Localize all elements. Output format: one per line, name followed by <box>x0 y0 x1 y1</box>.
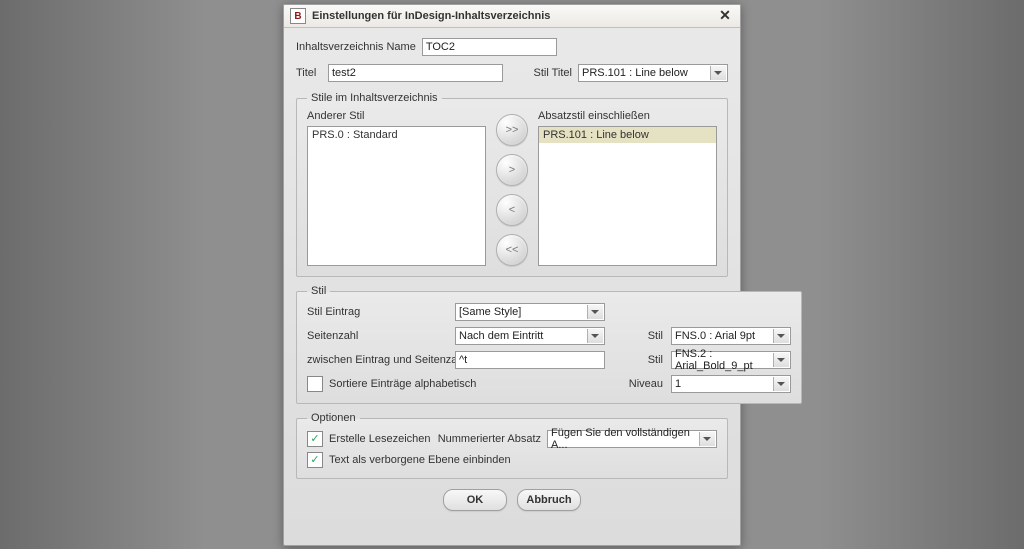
style-title-value: PRS.101 : Line below <box>582 67 688 79</box>
entry-style-value: [Same Style] <box>459 306 521 318</box>
chevron-down-icon <box>777 358 785 362</box>
numbered-value: Fügen Sie den vollständigen A... <box>551 427 698 451</box>
pagenum-style-value: FNS.0 : Arial 9pt <box>675 330 755 342</box>
chevron-down-icon <box>777 334 785 338</box>
dialog-window: B Einstellungen für InDesign-Inhaltsverz… <box>283 4 741 546</box>
add-all-button[interactable]: >> <box>496 114 528 146</box>
styles-legend: Stile im Inhaltsverzeichnis <box>307 92 442 104</box>
entry-style-combo[interactable]: [Same Style] <box>455 303 605 321</box>
chevron-down-icon <box>591 310 599 314</box>
entry-style-label: Stil Eintrag <box>307 306 447 318</box>
between-style-label: Stil <box>613 354 663 366</box>
remove-button[interactable]: < <box>496 194 528 226</box>
add-button[interactable]: > <box>496 154 528 186</box>
between-style-value: FNS.2 : Arial_Bold_9_pt <box>675 348 772 372</box>
sort-alpha-checkbox[interactable] <box>307 376 323 392</box>
ok-button[interactable]: OK <box>443 489 507 511</box>
remove-all-button[interactable]: << <box>496 234 528 266</box>
list-item[interactable]: PRS.101 : Line below <box>539 127 716 143</box>
pagenum-combo[interactable]: Nach dem Eintritt <box>455 327 605 345</box>
numbered-combo[interactable]: Fügen Sie den vollständigen A... <box>547 430 717 448</box>
niveau-value: 1 <box>675 378 681 390</box>
dialog-title: Einstellungen für InDesign-Inhaltsverzei… <box>312 10 550 22</box>
chevron-down-icon <box>714 71 722 75</box>
titlebar: B Einstellungen für InDesign-Inhaltsverz… <box>284 5 740 28</box>
toc-name-input[interactable] <box>422 38 557 56</box>
options-legend: Optionen <box>307 412 360 424</box>
hidden-layer-label: Text als verborgene Ebene einbinden <box>329 454 511 466</box>
chevron-down-icon <box>777 382 785 386</box>
other-style-list[interactable]: PRS.0 : Standard <box>307 126 486 266</box>
pagenum-style-label: Stil <box>613 330 663 342</box>
bookmark-label: Erstelle Lesezeichen <box>329 433 431 445</box>
bookmark-checkbox[interactable]: ✓ <box>307 431 323 447</box>
niveau-combo[interactable]: 1 <box>671 375 791 393</box>
styles-fieldset: Stile im Inhaltsverzeichnis Anderer Stil… <box>296 92 728 277</box>
between-style-combo[interactable]: FNS.2 : Arial_Bold_9_pt <box>671 351 791 369</box>
title-input[interactable] <box>328 64 503 82</box>
chevron-down-icon <box>703 437 711 441</box>
close-icon[interactable]: ✕ <box>716 8 734 24</box>
sort-alpha-label: Sortiere Einträge alphabetisch <box>329 378 476 390</box>
pagenum-value: Nach dem Eintritt <box>459 330 543 342</box>
stil-legend: Stil <box>307 285 330 297</box>
stil-fieldset: Stil Stil Eintrag [Same Style] Seitenzah… <box>296 285 802 404</box>
include-style-label: Absatzstil einschließen <box>538 110 717 122</box>
niveau-label: Niveau <box>613 378 663 390</box>
other-style-label: Anderer Stil <box>307 110 486 122</box>
include-style-list[interactable]: PRS.101 : Line below <box>538 126 717 266</box>
between-label: zwischen Eintrag und Seitenzahl <box>307 354 447 366</box>
list-item[interactable]: PRS.0 : Standard <box>308 127 485 143</box>
title-label: Titel <box>296 67 322 79</box>
style-title-label: Stil Titel <box>533 67 572 79</box>
chevron-down-icon <box>591 334 599 338</box>
pagenum-style-combo[interactable]: FNS.0 : Arial 9pt <box>671 327 791 345</box>
app-icon: B <box>290 8 306 24</box>
cancel-button[interactable]: Abbruch <box>517 489 581 511</box>
between-input[interactable] <box>455 351 605 369</box>
options-fieldset: Optionen ✓ Erstelle Lesezeichen Nummerie… <box>296 412 728 479</box>
hidden-layer-checkbox[interactable]: ✓ <box>307 452 323 468</box>
style-title-combo[interactable]: PRS.101 : Line below <box>578 64 728 82</box>
numbered-label: Nummerierter Absatz <box>438 433 547 445</box>
toc-name-label: Inhaltsverzeichnis Name <box>296 41 416 53</box>
pagenum-label: Seitenzahl <box>307 330 447 342</box>
